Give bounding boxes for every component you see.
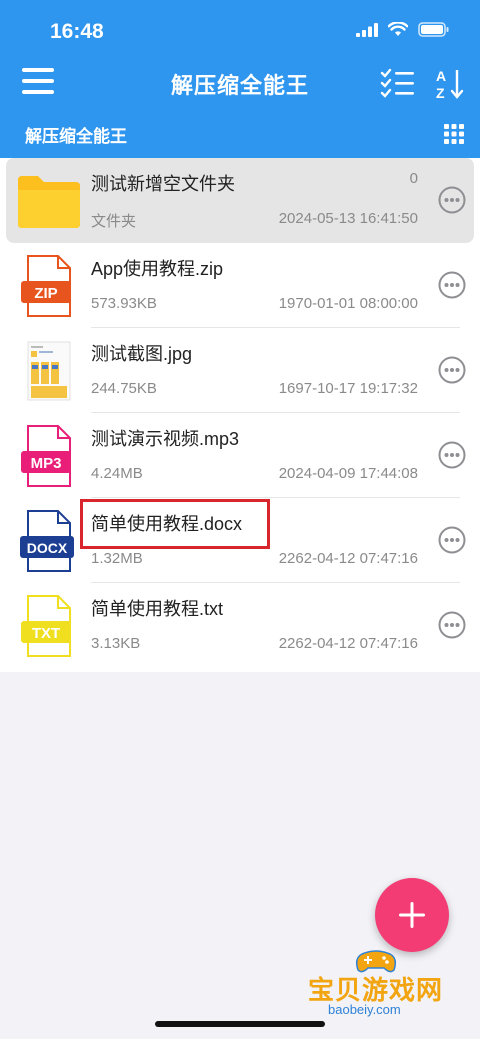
file-name: 测试截图.jpg [91,344,193,364]
svg-text:A: A [436,68,446,84]
file-badge: ZIP [34,285,57,302]
file-name: 测试新增空文件夹 [91,174,235,194]
grid-view-icon[interactable] [444,124,464,144]
status-icons [356,22,450,37]
txt-file-icon: TXT [21,595,71,657]
checklist-icon[interactable] [380,68,416,100]
list-item[interactable]: MP3 测试演示视频.mp3 4.24MB 2024-04-09 17:44:0… [0,413,480,498]
file-date: 1697-10-17 19:17:32 [278,380,418,397]
top-bar: 16:48 解压缩全能王 A Z 解压缩全能王 [0,0,480,158]
watermark-url: baobeiy.com [328,1002,401,1017]
zip-file-icon: ZIP [21,255,71,317]
file-date: 2262-04-12 07:47:16 [278,550,418,567]
more-options-icon[interactable] [438,526,466,554]
wifi-icon [388,22,408,36]
more-options-icon[interactable] [438,186,466,214]
plus-icon [399,902,425,928]
more-options-icon[interactable] [438,271,466,299]
file-name: 简单使用教程.txt [91,599,224,619]
signal-icon [356,22,378,37]
watermark: 宝贝游戏网 baobeiy.com [300,948,460,1018]
file-meta: 1.32MB [91,550,143,567]
battery-icon [418,22,449,37]
list-item[interactable]: 测试截图.jpg 244.75KB 1697-10-17 19:17:32 [0,328,480,413]
list-item[interactable]: 测试新增空文件夹 0 文件夹 2024-05-13 16:41:50 [6,158,474,243]
file-date: 2262-04-12 07:47:16 [278,635,418,652]
more-options-icon[interactable] [438,356,466,384]
file-date: 2024-04-09 17:44:08 [278,465,418,482]
file-meta: 文件夹 [91,213,137,230]
item-count: 0 [409,170,418,187]
status-time: 16:48 [50,20,104,43]
file-date: 2024-05-13 16:41:50 [278,210,418,227]
more-options-icon[interactable] [438,441,466,469]
list-item[interactable]: ZIP App使用教程.zip 573.93KB 1970-01-01 08:0… [0,243,480,328]
highlight-box [80,499,270,549]
docx-file-icon: DOCX [20,510,74,572]
file-list: 测试新增空文件夹 0 文件夹 2024-05-13 16:41:50 ZIP A… [0,158,480,672]
status-bar: 16:48 [0,0,480,62]
file-name: App使用教程.zip [91,259,224,279]
more-options-icon[interactable] [438,611,466,639]
file-badge: MP3 [31,455,62,472]
svg-text:Z: Z [436,85,445,100]
path-bar: 解压缩全能王 [0,116,480,152]
file-date: 1970-01-01 08:00:00 [278,295,418,312]
file-meta: 573.93KB [91,295,157,312]
file-meta: 4.24MB [91,465,143,482]
breadcrumb[interactable]: 解压缩全能王 [25,122,127,147]
app-bar: 解压缩全能王 A Z [0,62,480,107]
file-name: 测试演示视频.mp3 [91,429,240,449]
image-thumbnail [27,341,71,401]
folder-icon [18,176,80,228]
file-meta: 244.75KB [91,380,157,397]
file-badge: DOCX [27,540,68,556]
mp3-file-icon: MP3 [21,425,71,487]
home-indicator [155,1021,325,1027]
list-item[interactable]: TXT 简单使用教程.txt 3.13KB 2262-04-12 07:47:1… [0,583,480,668]
file-badge: TXT [32,625,60,642]
sort-az-icon[interactable]: A Z [436,68,466,100]
file-meta: 3.13KB [91,635,141,652]
add-button[interactable] [375,878,449,952]
